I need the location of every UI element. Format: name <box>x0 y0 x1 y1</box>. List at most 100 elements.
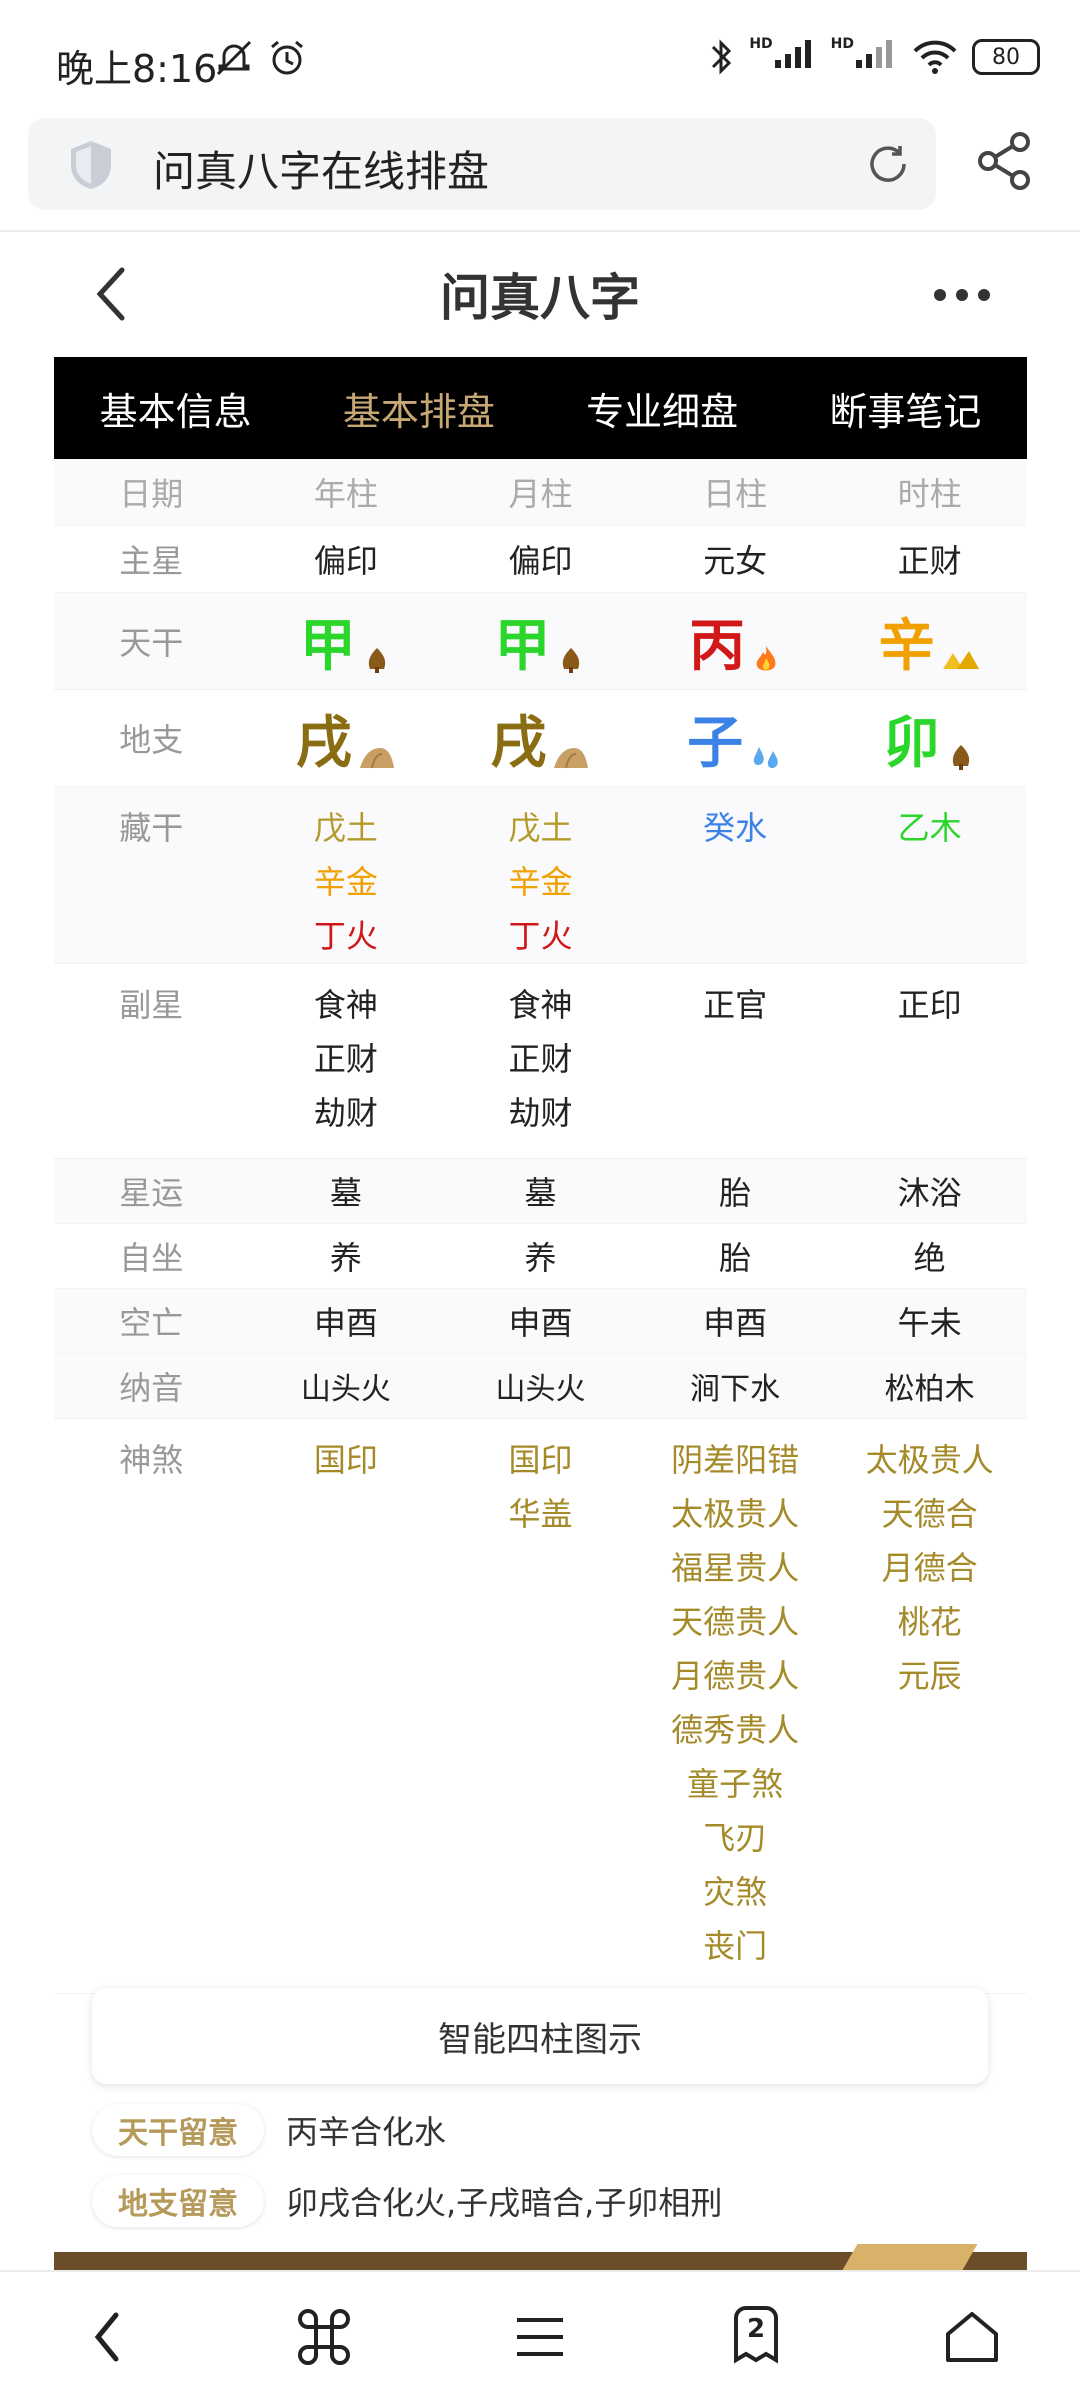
tab-notes[interactable]: 断事笔记 <box>784 357 1027 459</box>
shensha-item[interactable]: 福星贵人 <box>638 1541 833 1595</box>
metal-icon <box>942 651 979 669</box>
row-shensha: 神煞 国印 国印 华盖 阴差阳错 太极贵人 福星贵人 天德贵人 月德贵人 德秀贵… <box>54 1419 1027 1994</box>
row-label: 星运 <box>119 1174 184 1212</box>
notice-text: 卯戌合化火,子戌暗合,子卯相刑 <box>286 2184 723 2222</box>
branch-notice: 地支留意 卯戌合化火,子戌暗合,子卯相刑 <box>92 2175 722 2227</box>
shensha-item[interactable]: 桃花 <box>832 1595 1027 1649</box>
status-bar: 晚上8:16 HD HD 80 <box>0 0 1080 115</box>
side-star: 正财 <box>508 1040 573 1078</box>
void-day: 申酉 <box>703 1304 768 1342</box>
hidden-year: 戊土 辛金 丁火 <box>249 801 444 963</box>
nayin-year: 山头火 <box>300 1372 391 1407</box>
nayin-month: 山头火 <box>495 1372 586 1407</box>
shensha-item[interactable]: 灾煞 <box>638 1865 833 1919</box>
shensha-item[interactable]: 德秀贵人 <box>638 1703 833 1757</box>
self-day: 胎 <box>719 1239 752 1277</box>
row-label: 神煞 <box>119 1441 184 1479</box>
status-right: HD HD 80 <box>709 36 1040 78</box>
side-star: 劫财 <box>508 1094 573 1132</box>
bottom-nav: 2 <box>0 2270 1080 2402</box>
shield-icon <box>71 141 111 189</box>
app-title: 问真八字 <box>440 269 640 327</box>
shensha-item[interactable]: 天德合 <box>832 1487 1027 1541</box>
shensha-item[interactable]: 国印 <box>443 1433 638 1487</box>
reload-icon[interactable] <box>864 140 912 188</box>
signal-1-icon: HD <box>749 36 816 78</box>
stem-char: 甲 <box>299 613 356 679</box>
row-label: 主星 <box>119 542 184 580</box>
hidden-stem: 丁火 <box>508 917 573 955</box>
stem-month: 甲 <box>443 601 638 682</box>
nayin-day: 涧下水 <box>690 1372 781 1407</box>
row-earthly-branches: 地支 戌 戌 子 卯 <box>54 690 1027 787</box>
row-self-sitting: 自坐 养 养 胎 绝 <box>54 1224 1027 1289</box>
side-star: 劫财 <box>313 1094 378 1132</box>
back-icon <box>94 2312 119 2362</box>
hidden-stem: 戊土 <box>313 809 378 847</box>
branch-char: 戌 <box>295 710 352 776</box>
nayin-hour: 松柏木 <box>884 1372 975 1407</box>
shensha-day: 阴差阳错 太极贵人 福星贵人 天德贵人 月德贵人 德秀贵人 童子煞 飞刃 灾煞 … <box>638 1433 833 1973</box>
side-star: 正财 <box>313 1040 378 1078</box>
mute-icon <box>216 40 252 76</box>
row-label: 副星 <box>119 986 184 1024</box>
shensha-item[interactable]: 飞刃 <box>638 1811 833 1865</box>
notice-text: 丙辛合化水 <box>286 2113 447 2151</box>
nav-back-button[interactable] <box>73 2302 143 2372</box>
void-year: 申酉 <box>313 1304 378 1342</box>
battery-icon: 80 <box>972 39 1040 75</box>
shensha-item[interactable]: 月德合 <box>832 1541 1027 1595</box>
tab-basic-chart[interactable]: 基本排盘 <box>297 357 540 459</box>
shensha-item[interactable]: 太极贵人 <box>638 1487 833 1541</box>
branch-day: 子 <box>638 698 833 779</box>
more-icon[interactable] <box>930 280 994 310</box>
side-star: 食神 <box>508 986 573 1024</box>
tab-pro-chart[interactable]: 专业细盘 <box>541 357 784 459</box>
row-label: 自坐 <box>119 1239 184 1277</box>
row-star-fortune: 星运 墓 墓 胎 沐浴 <box>54 1159 1027 1224</box>
nav-tabs-button[interactable]: 2 <box>721 2302 791 2372</box>
shensha-item[interactable]: 华盖 <box>443 1487 638 1541</box>
fortune-day: 胎 <box>719 1174 752 1212</box>
shensha-item[interactable]: 月德贵人 <box>638 1649 833 1703</box>
nav-apps-button[interactable] <box>289 2302 359 2372</box>
shensha-item[interactable]: 丧门 <box>638 1919 833 1973</box>
tab-basic-info[interactable]: 基本信息 <box>54 357 297 459</box>
branch-char: 子 <box>687 710 744 776</box>
share-icon[interactable] <box>976 130 1034 192</box>
shensha-item[interactable]: 阴差阳错 <box>638 1433 833 1487</box>
stem-day: 丙 <box>638 601 833 682</box>
main-star-month: 偏印 <box>508 542 573 580</box>
side-star: 正官 <box>703 986 768 1024</box>
side-hour: 正印 <box>832 978 1027 1032</box>
row-label: 空亡 <box>119 1304 184 1342</box>
fortune-hour: 沐浴 <box>897 1174 962 1212</box>
stem-year: 甲 <box>249 601 444 682</box>
hidden-day: 癸水 <box>638 801 833 855</box>
nav-home-button[interactable] <box>937 2302 1007 2372</box>
wifi-icon <box>913 40 957 74</box>
side-year: 食神 正财 劫财 <box>249 978 444 1140</box>
command-icon <box>298 2309 350 2365</box>
branch-char: 戌 <box>490 710 547 776</box>
row-side-stars: 副星 食神 正财 劫财 食神 正财 劫财 正官 正印 <box>54 964 1027 1159</box>
self-year: 养 <box>329 1239 362 1277</box>
shensha-item[interactable]: 太极贵人 <box>832 1433 1027 1487</box>
fortune-month: 墓 <box>524 1174 557 1212</box>
row-label: 纳音 <box>119 1369 184 1407</box>
water-icon <box>753 747 778 768</box>
smart-diagram-button[interactable]: 智能四柱图示 <box>92 1988 988 2084</box>
nav-menu-button[interactable] <box>505 2302 575 2372</box>
shensha-item[interactable]: 国印 <box>249 1433 444 1487</box>
stem-char: 甲 <box>494 613 551 679</box>
shensha-item[interactable]: 童子煞 <box>638 1757 833 1811</box>
shensha-item[interactable]: 天德贵人 <box>638 1595 833 1649</box>
shensha-item[interactable]: 元辰 <box>832 1649 1027 1703</box>
stem-notice: 天干留意 丙辛合化水 <box>92 2104 446 2156</box>
side-star: 正印 <box>897 986 962 1024</box>
address-bar[interactable]: 问真八字在线排盘 <box>28 118 936 210</box>
side-star: 食神 <box>313 986 378 1024</box>
signal-2-icon: HD <box>831 36 898 78</box>
side-day: 正官 <box>638 978 833 1032</box>
wood-icon <box>952 745 969 770</box>
